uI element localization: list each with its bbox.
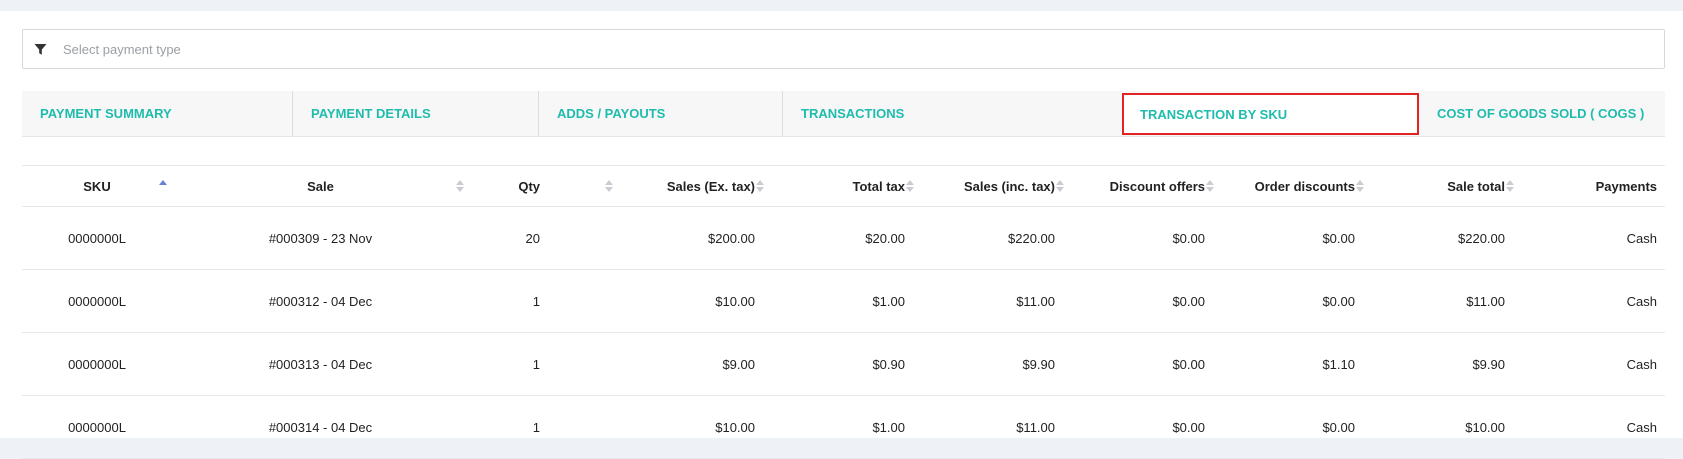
cell-sku: 0000000L: [22, 395, 172, 459]
cell-sales-ex-tax: $10.00: [617, 395, 767, 459]
sort-icon[interactable]: [605, 179, 613, 193]
cell-sku: 0000000L: [22, 206, 172, 270]
header-label: Sale total: [1447, 178, 1505, 194]
column-header-sales-ex-tax[interactable]: Sales (Ex. tax): [617, 165, 767, 207]
cell-order-discounts: $0.00: [1217, 269, 1367, 333]
cell-order-discounts: $1.10: [1217, 332, 1367, 396]
tab-label: ADDS / PAYOUTS: [557, 106, 666, 121]
cell-order-discounts: $0.00: [1217, 206, 1367, 270]
cell-sales-inc-tax: $11.00: [917, 269, 1067, 333]
header-label: Order discounts: [1254, 178, 1355, 194]
cell-total-tax: $20.00: [767, 206, 917, 270]
cell-total-tax: $1.00: [767, 269, 917, 333]
cell-qty: 1: [469, 269, 617, 333]
cell-total-tax: $1.00: [767, 395, 917, 459]
cell-qty: 20: [469, 206, 617, 270]
header-label: Sales (Ex. tax): [666, 178, 755, 194]
tab-cogs[interactable]: COST OF GOODS SOLD ( COGS ): [1419, 91, 1665, 136]
cell-sale: #000312 - 04 Dec: [172, 269, 469, 333]
cell-payments: Cash: [1517, 395, 1665, 459]
column-header-sale-total[interactable]: Sale total: [1367, 165, 1517, 207]
tab-label: TRANSACTIONS: [801, 106, 905, 121]
cell-sku: 0000000L: [22, 332, 172, 396]
table-row[interactable]: 0000000L #000312 - 04 Dec 1 $10.00 $1.00…: [22, 269, 1665, 333]
transactions-by-sku-table: SKU Sale Qty Sales (Ex. tax) Total tax S…: [22, 165, 1665, 459]
sort-icon[interactable]: [1506, 179, 1514, 193]
cell-discount-offers: $0.00: [1067, 269, 1217, 333]
cell-sale: #000313 - 04 Dec: [172, 332, 469, 396]
cell-payments: Cash: [1517, 332, 1665, 396]
sort-icon[interactable]: [1356, 179, 1364, 193]
header-label: Payments: [1595, 178, 1657, 194]
sort-icon[interactable]: [1206, 179, 1214, 193]
cell-sales-inc-tax: $11.00: [917, 395, 1067, 459]
header-label: Qty: [518, 178, 540, 194]
cell-order-discounts: $0.00: [1217, 395, 1367, 459]
cell-sales-inc-tax: $220.00: [917, 206, 1067, 270]
cell-sale-total: $9.90: [1367, 332, 1517, 396]
table-row[interactable]: 0000000L #000313 - 04 Dec 1 $9.00 $0.90 …: [22, 332, 1665, 396]
sort-icon[interactable]: [456, 179, 464, 193]
cell-discount-offers: $0.00: [1067, 332, 1217, 396]
header-label: SKU: [83, 178, 111, 194]
column-header-qty[interactable]: Qty: [469, 165, 617, 207]
cell-sales-ex-tax: $9.00: [617, 332, 767, 396]
table-row[interactable]: 0000000L #000314 - 04 Dec 1 $10.00 $1.00…: [22, 395, 1665, 459]
tab-label: TRANSACTION BY SKU: [1140, 106, 1288, 122]
tab-label: PAYMENT SUMMARY: [40, 106, 172, 121]
cell-total-tax: $0.90: [767, 332, 917, 396]
sort-icon[interactable]: [906, 179, 914, 193]
column-header-order-discounts[interactable]: Order discounts: [1217, 165, 1367, 207]
cell-discount-offers: $0.00: [1067, 395, 1217, 459]
cell-sale: #000314 - 04 Dec: [172, 395, 469, 459]
sort-icon[interactable]: [756, 179, 764, 193]
cell-payments: Cash: [1517, 206, 1665, 270]
tab-transaction-by-sku[interactable]: TRANSACTION BY SKU: [1122, 93, 1419, 135]
cell-sales-inc-tax: $9.90: [917, 332, 1067, 396]
cell-qty: 1: [469, 395, 617, 459]
sort-icon[interactable]: [1056, 179, 1064, 193]
cell-payments: Cash: [1517, 269, 1665, 333]
header-label: Sale: [307, 178, 334, 194]
cell-sale-total: $11.00: [1367, 269, 1517, 333]
header-label: Total tax: [852, 178, 906, 194]
tab-payment-details[interactable]: PAYMENT DETAILS: [293, 91, 539, 136]
filter-placeholder: Select payment type: [63, 41, 181, 57]
tab-transactions[interactable]: TRANSACTIONS: [783, 91, 1043, 136]
column-header-discount-offers[interactable]: Discount offers: [1067, 165, 1217, 207]
table-header-row: SKU Sale Qty Sales (Ex. tax) Total tax S…: [22, 165, 1665, 207]
cell-sale: #000309 - 23 Nov: [172, 206, 469, 270]
cell-qty: 1: [469, 332, 617, 396]
sort-ascending-icon[interactable]: [159, 179, 167, 193]
cell-sale-total: $220.00: [1367, 206, 1517, 270]
filter-icon: [34, 43, 47, 56]
report-panel: Select payment type PAYMENT SUMMARY PAYM…: [0, 11, 1683, 459]
cell-sales-ex-tax: $200.00: [617, 206, 767, 270]
column-header-sales-inc-tax[interactable]: Sales (inc. tax): [917, 165, 1067, 207]
column-header-sku[interactable]: SKU: [22, 165, 172, 207]
cell-sale-total: $10.00: [1367, 395, 1517, 459]
tab-payment-summary[interactable]: PAYMENT SUMMARY: [22, 91, 293, 136]
cell-sales-ex-tax: $10.00: [617, 269, 767, 333]
column-header-sale[interactable]: Sale: [172, 165, 469, 207]
payment-type-filter[interactable]: Select payment type: [22, 29, 1665, 69]
tab-label: PAYMENT DETAILS: [311, 106, 431, 121]
tab-label: COST OF GOODS SOLD ( COGS ): [1437, 106, 1645, 121]
cell-sku: 0000000L: [22, 269, 172, 333]
column-header-payments: Payments: [1517, 165, 1665, 207]
tab-adds-payouts[interactable]: ADDS / PAYOUTS: [539, 91, 783, 136]
column-header-total-tax[interactable]: Total tax: [767, 165, 917, 207]
table-row[interactable]: 0000000L #000309 - 23 Nov 20 $200.00 $20…: [22, 206, 1665, 270]
header-label: Discount offers: [1109, 178, 1205, 194]
cell-discount-offers: $0.00: [1067, 206, 1217, 270]
report-tabs: PAYMENT SUMMARY PAYMENT DETAILS ADDS / P…: [22, 91, 1665, 137]
header-label: Sales (inc. tax): [963, 178, 1055, 194]
